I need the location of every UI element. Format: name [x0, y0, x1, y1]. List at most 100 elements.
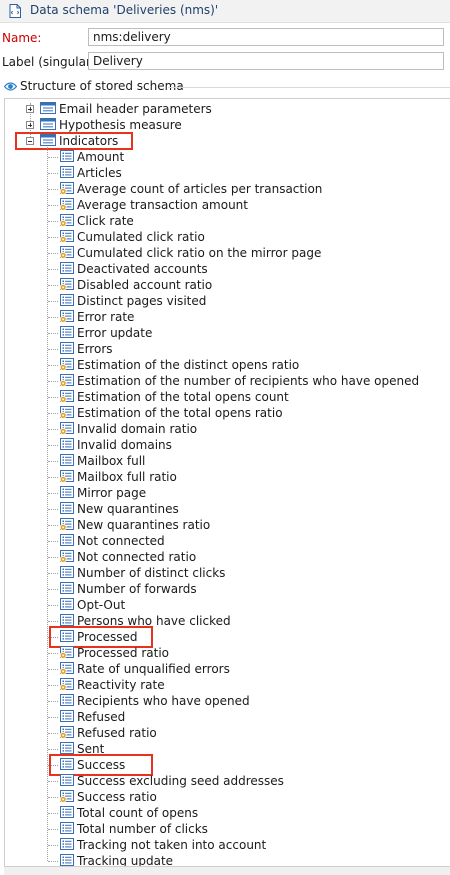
tree-leaf-row[interactable]: Rate of unqualified errors — [5, 661, 450, 677]
tree-leaf-row[interactable]: Disabled account ratio — [5, 277, 450, 293]
tree-leaf-label: Average count of articles per transactio… — [77, 182, 323, 196]
computed-attribute-icon — [60, 198, 74, 211]
tree-leaf-label: Mailbox full — [77, 454, 146, 468]
tree-leaf-row[interactable]: Errors — [5, 341, 450, 357]
computed-attribute-icon — [60, 678, 74, 691]
tree-leaf-label: Estimation of the number of recipients w… — [77, 374, 420, 388]
tree-leaf-row[interactable]: Not connected ratio — [5, 549, 450, 565]
computed-attribute-icon — [60, 662, 74, 675]
tree-leaf-row[interactable]: Distinct pages visited — [5, 293, 450, 309]
schema-document-icon — [9, 4, 21, 18]
tree-leaf-row[interactable]: Cumulated click ratio on the mirror page — [5, 245, 450, 261]
attribute-icon — [60, 166, 74, 178]
computed-attribute-icon — [60, 358, 74, 371]
tree-leaf-row[interactable]: Estimation of the total opens ratio — [5, 405, 450, 421]
tree-leaf-label: Distinct pages visited — [77, 294, 207, 308]
tree-leaf-row[interactable]: Not connected — [5, 533, 450, 549]
tree-leaf-row[interactable]: Estimation of the distinct opens ratio — [5, 357, 450, 373]
computed-attribute-icon — [60, 518, 74, 531]
computed-attribute-icon — [60, 246, 74, 259]
tree-leaf-row[interactable]: Articles — [5, 165, 450, 181]
tree-leaf-row[interactable]: Error rate — [5, 309, 450, 325]
window-title: Data schema 'Deliveries (nms)' — [30, 3, 219, 17]
section-divider — [168, 87, 450, 88]
tree-leaf-label: Success excluding seed addresses — [77, 774, 284, 788]
tree-leaf-row[interactable]: Invalid domains — [5, 437, 450, 453]
expand-toggle-icon[interactable] — [26, 121, 34, 129]
label-singular-field[interactable] — [88, 52, 444, 70]
computed-attribute-icon — [60, 550, 74, 563]
tree-leaf-row[interactable]: Deactivated accounts — [5, 261, 450, 277]
tree-leaf-label: Invalid domains — [77, 438, 172, 452]
tree-leaf-label: Cumulated click ratio — [77, 230, 205, 244]
attribute-icon — [60, 598, 74, 610]
expand-toggle-icon[interactable] — [26, 105, 34, 113]
attribute-icon — [60, 566, 74, 578]
tree-leaf-row[interactable]: Average count of articles per transactio… — [5, 181, 450, 197]
tree-leaf-row[interactable]: Processed ratio — [5, 645, 450, 661]
attribute-icon — [60, 838, 74, 850]
tree-leaf-label: Invalid domain ratio — [77, 422, 198, 436]
tree-node-label: Email header parameters — [59, 102, 212, 116]
tree-leaf-row[interactable]: Estimation of the number of recipients w… — [5, 373, 450, 389]
tree-leaf-row[interactable]: Recipients who have opened — [5, 693, 450, 709]
tree-leaf-row[interactable]: Error update — [5, 325, 450, 341]
attribute-icon — [60, 774, 74, 786]
attribute-icon — [60, 438, 74, 450]
tree-leaf-row[interactable]: Number of forwards — [5, 581, 450, 597]
name-field[interactable] — [88, 28, 444, 46]
tree-leaf-label: Estimation of the distinct opens ratio — [77, 358, 300, 372]
tree-leaf-label: Cumulated click ratio on the mirror page — [77, 246, 322, 260]
tree-leaf-row[interactable]: New quarantines ratio — [5, 517, 450, 533]
tree-leaf-row[interactable]: Refused ratio — [5, 725, 450, 741]
tree-leaf-label: Rate of unqualified errors — [77, 662, 230, 676]
tree-leaf-row[interactable]: Success excluding seed addresses — [5, 773, 450, 789]
tree-leaf-row[interactable]: Refused — [5, 709, 450, 725]
tree-leaf-row[interactable]: Amount — [5, 149, 450, 165]
attribute-icon — [60, 294, 74, 306]
tree-leaf-label: Amount — [77, 150, 125, 164]
label-row: Label (singular): — [0, 50, 450, 72]
tree-leaf-label: Success ratio — [77, 790, 157, 804]
computed-attribute-icon — [60, 230, 74, 243]
tree-leaf-row[interactable]: Number of distinct clicks — [5, 565, 450, 581]
tree-leaf-row[interactable]: Success ratio — [5, 789, 450, 805]
computed-attribute-icon — [60, 406, 74, 419]
tree-leaf-row[interactable]: Total number of clicks — [5, 821, 450, 837]
tree-leaf-label: Errors — [77, 342, 113, 356]
tree-leaf-row[interactable]: Mirror page — [5, 485, 450, 501]
tree-leaf-label: Not connected ratio — [77, 550, 197, 564]
tree-leaf-row[interactable]: Average transaction amount — [5, 197, 450, 213]
tree-leaf-row[interactable]: Opt-Out — [5, 597, 450, 613]
attribute-icon — [60, 694, 74, 706]
element-icon — [40, 118, 56, 130]
tree-leaf-label: Refused ratio — [77, 726, 157, 740]
tree-leaf-row[interactable]: Total count of opens — [5, 805, 450, 821]
attribute-icon — [60, 326, 74, 338]
attribute-icon — [60, 342, 74, 354]
tree-leaf-label: Total number of clicks — [77, 822, 208, 836]
computed-attribute-icon — [60, 790, 74, 803]
tree-leaf-row[interactable]: Click rate — [5, 213, 450, 229]
tree-leaf-row[interactable]: Mailbox full — [5, 453, 450, 469]
attribute-icon — [60, 710, 74, 722]
tree-node[interactable]: Hypothesis measure — [5, 117, 450, 133]
computed-attribute-icon — [60, 390, 74, 403]
attribute-icon — [60, 806, 74, 818]
tree-leaf-row[interactable]: Cumulated click ratio — [5, 229, 450, 245]
tree-leaf-label: Estimation of the total opens ratio — [77, 406, 283, 420]
tree-leaf-label: Error update — [77, 326, 153, 340]
window-title-bar: Data schema 'Deliveries (nms)' — [0, 0, 450, 23]
tree-leaf-row[interactable]: Invalid domain ratio — [5, 421, 450, 437]
tree-node[interactable]: Email header parameters — [5, 101, 450, 117]
section-title: Structure of stored schema — [20, 79, 184, 93]
tree-leaf-row[interactable]: Tracking not taken into account — [5, 837, 450, 853]
tree-leaf-label: Refused — [77, 710, 126, 724]
tree-leaf-row[interactable]: Reactivity rate — [5, 677, 450, 693]
schema-tree[interactable]: Email header parameters Hypothesis measur… — [4, 98, 450, 874]
tree-leaf-row[interactable]: New quarantines — [5, 501, 450, 517]
tree-node-label: Hypothesis measure — [59, 118, 182, 132]
tree-leaf-row[interactable]: Mailbox full ratio — [5, 469, 450, 485]
tree-leaf-row[interactable]: Estimation of the total opens count — [5, 389, 450, 405]
tree-leaf-label: New quarantines ratio — [77, 518, 211, 532]
